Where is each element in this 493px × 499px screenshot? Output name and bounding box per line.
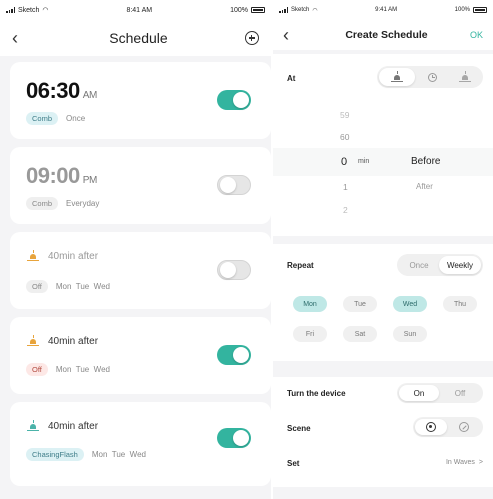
- mode-tag: Comb: [26, 197, 59, 210]
- nav-bar: ‹ Create Schedule OK: [273, 20, 493, 50]
- wifi-icon: ◠: [312, 7, 318, 14]
- mode-tag: Off: [26, 363, 48, 376]
- repeat-label: Repeat: [287, 261, 314, 270]
- sunrise-icon: [26, 335, 40, 347]
- back-button[interactable]: ‹: [283, 25, 303, 46]
- enable-toggle[interactable]: [217, 345, 251, 365]
- picker-value[interactable]: 59: [340, 110, 349, 120]
- sunrise-tab[interactable]: [379, 68, 415, 86]
- carrier-label: Sketch: [291, 7, 310, 13]
- day-tue[interactable]: Tue: [343, 296, 377, 312]
- set-row-value[interactable]: In Waves >: [446, 459, 483, 466]
- schedule-time: 06:30 AM: [26, 78, 98, 103]
- turn-device-label: Turn the device: [287, 389, 346, 398]
- at-label: At: [287, 74, 296, 83]
- status-bar: Sketch ◠ 9:41 AM 100%: [273, 0, 493, 20]
- day-sat[interactable]: Sat: [343, 326, 377, 342]
- enable-toggle[interactable]: [217, 175, 251, 195]
- schedule-screen: Sketch ◠ 8:41 AM 100% ‹ Schedule 06:30 AM…: [0, 0, 271, 499]
- enable-toggle[interactable]: [217, 90, 251, 110]
- repeat-weekly-option[interactable]: Weekly: [439, 256, 481, 274]
- set-value: In Waves: [445, 459, 475, 466]
- schedule-card[interactable]: 06:30 AM Comb Once: [10, 62, 271, 139]
- time-tab[interactable]: [415, 68, 449, 86]
- repeat-label: Everyday: [66, 199, 100, 208]
- schedule-card[interactable]: 40min after Off Mon Tue Wed: [10, 232, 271, 309]
- ampm-label: PM: [82, 175, 98, 186]
- repeat-section: Repeat Once Weekly Mon Tue Wed Thu Fri S…: [273, 244, 493, 361]
- target-icon: [426, 422, 436, 432]
- device-power-selector: On Off: [397, 383, 483, 403]
- chevron-right-icon: >: [478, 459, 483, 466]
- set-label: Set: [287, 459, 300, 468]
- at-section: At 59 60 0 min 1 2 Before After: [273, 54, 493, 236]
- signal-icon: [279, 7, 288, 13]
- picker-highlight: [273, 148, 493, 176]
- scene-selector: [413, 417, 483, 437]
- scene-preset-option[interactable]: [415, 419, 447, 435]
- scene-label: Scene: [287, 424, 311, 433]
- nav-bar: ‹ Schedule: [0, 20, 271, 56]
- edit-icon: [459, 422, 469, 432]
- option-before[interactable]: Before: [411, 156, 440, 167]
- mode-tag: Off: [26, 280, 48, 293]
- mode-tag: ChasingFlash: [26, 448, 84, 461]
- wifi-icon: ◠: [42, 7, 49, 14]
- schedule-card[interactable]: 40min after Off Mon Tue Wed: [10, 317, 271, 394]
- scene-custom-option[interactable]: [447, 419, 481, 435]
- action-section: Turn the device On Off Scene Set In Wave…: [273, 377, 493, 487]
- clock-icon: [427, 72, 437, 82]
- status-time: 8:41 AM: [126, 6, 153, 14]
- picker-value[interactable]: 60: [340, 132, 349, 142]
- mode-tag: Comb: [26, 112, 59, 125]
- carrier-label: Sketch: [18, 6, 40, 14]
- schedule-time: 09:00 PM: [26, 163, 98, 188]
- repeat-mode-selector: Once Weekly: [397, 254, 483, 276]
- days-label: Mon Tue Wed: [55, 365, 110, 374]
- offset-label: 40min after: [48, 335, 99, 347]
- schedule-card[interactable]: 09:00 PM Comb Everyday: [10, 147, 271, 224]
- device-off-option[interactable]: Off: [439, 385, 481, 401]
- status-time: 9:41 AM: [375, 7, 398, 13]
- enable-toggle[interactable]: [217, 428, 251, 448]
- day-thu[interactable]: Thu: [443, 296, 477, 312]
- repeat-once-option[interactable]: Once: [399, 256, 439, 274]
- offset-label: 40min after: [48, 420, 99, 432]
- day-wed[interactable]: Wed: [393, 296, 427, 312]
- day-fri[interactable]: Fri: [293, 326, 327, 342]
- battery-icon: [473, 7, 487, 13]
- trigger-type-selector: [377, 66, 483, 88]
- day-mon[interactable]: Mon: [293, 296, 327, 312]
- offset-label: 40min after: [48, 250, 99, 262]
- add-schedule-icon[interactable]: [244, 31, 259, 45]
- battery-percent: 100%: [454, 7, 470, 13]
- picker-selected-value[interactable]: 0: [341, 156, 347, 168]
- enable-toggle[interactable]: [217, 260, 251, 280]
- option-after[interactable]: After: [416, 182, 433, 191]
- picker-value[interactable]: 2: [343, 205, 348, 215]
- day-sun[interactable]: Sun: [393, 326, 427, 342]
- sunset-tab[interactable]: [449, 68, 481, 86]
- create-schedule-screen: Sketch ◠ 9:41 AM 100% ‹ Create Schedule …: [273, 0, 493, 499]
- ok-button[interactable]: OK: [470, 30, 483, 40]
- page-title: Schedule: [109, 30, 168, 46]
- picker-value[interactable]: 1: [343, 182, 348, 192]
- status-bar: Sketch ◠ 8:41 AM 100%: [0, 0, 271, 20]
- device-on-option[interactable]: On: [399, 385, 439, 401]
- ampm-label: AM: [82, 90, 98, 101]
- battery-icon: [250, 7, 265, 13]
- sunrise-icon: [390, 71, 404, 83]
- sunrise-icon: [26, 250, 40, 262]
- sunset-icon: [26, 420, 40, 432]
- page-title: Create Schedule: [345, 29, 428, 41]
- days-label: Mon Tue Wed: [55, 282, 110, 291]
- schedule-card[interactable]: 40min after ChasingFlash Mon Tue Wed: [10, 402, 271, 486]
- back-button[interactable]: ‹: [12, 28, 32, 49]
- days-label: Mon Tue Wed: [91, 450, 146, 459]
- battery-percent: 100%: [230, 6, 248, 14]
- picker-unit: min: [358, 158, 370, 165]
- signal-icon: [6, 7, 15, 13]
- repeat-label: Once: [66, 114, 86, 123]
- sunset-icon: [458, 71, 472, 83]
